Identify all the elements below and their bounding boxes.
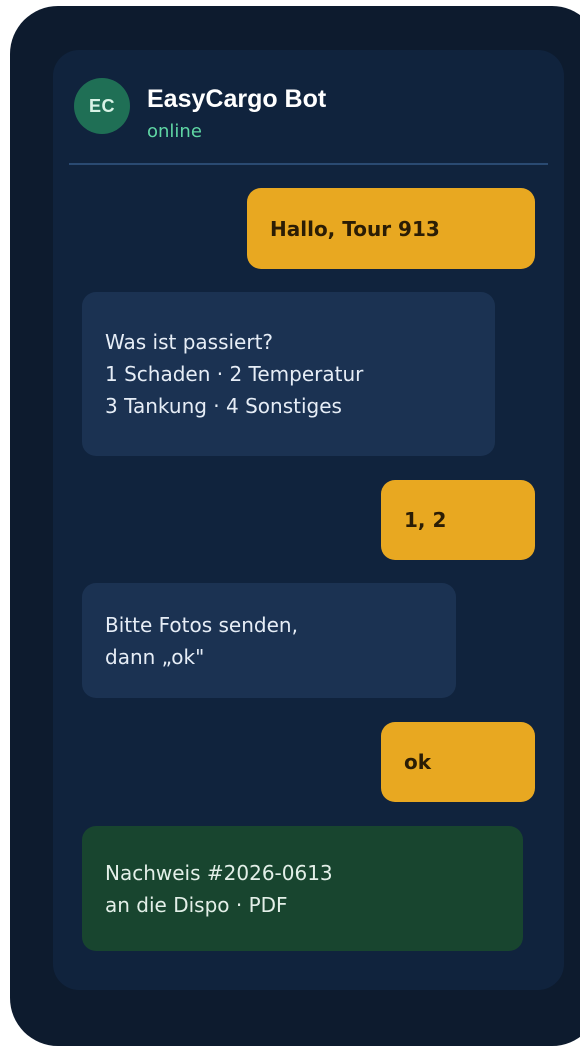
message-text: Bitte Fotos senden, xyxy=(105,612,298,637)
avatar[interactable]: EC xyxy=(74,78,130,134)
message-outgoing[interactable]: 1, 2 xyxy=(381,480,535,560)
message-text: 1 Schaden · 2 Temperatur xyxy=(105,362,364,386)
message-text: 1, 2 xyxy=(404,508,447,532)
message-incoming[interactable]: Was ist passiert? 1 Schaden · 2 Temperat… xyxy=(82,292,495,456)
message-text: dann „ok" xyxy=(105,644,205,669)
message-outgoing[interactable]: ok xyxy=(381,722,535,802)
message-confirmation[interactable]: Nachweis #2026-0613 an die Dispo · PDF xyxy=(82,826,523,951)
chat-screen: EC EasyCargo Bot online Hallo, Tour 913 … xyxy=(53,50,564,990)
message-text: Nachweis #2026-0613 xyxy=(105,860,333,885)
message-text: Hallo, Tour 913 xyxy=(270,216,440,241)
message-text: ok xyxy=(404,750,432,774)
message-text: Was ist passiert? xyxy=(105,330,274,354)
contact-name[interactable]: EasyCargo Bot xyxy=(147,84,326,114)
message-incoming[interactable]: Bitte Fotos senden, dann „ok" xyxy=(82,583,456,698)
phone-frame: EC EasyCargo Bot online Hallo, Tour 913 … xyxy=(10,6,580,1046)
message-outgoing[interactable]: Hallo, Tour 913 xyxy=(247,188,535,269)
chat-header: EC EasyCargo Bot online xyxy=(53,50,564,165)
header-divider xyxy=(69,163,548,165)
message-text: 3 Tankung · 4 Sonstiges xyxy=(105,394,342,418)
contact-status: online xyxy=(147,121,202,142)
message-text: an die Dispo · PDF xyxy=(105,892,288,917)
